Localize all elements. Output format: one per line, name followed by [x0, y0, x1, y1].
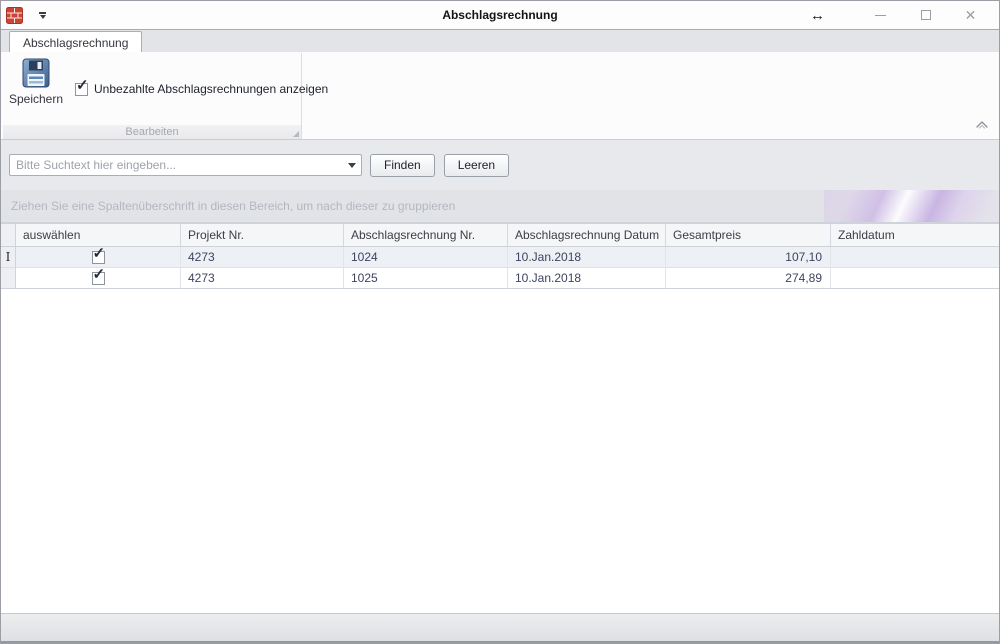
floppy-disk-icon — [20, 57, 52, 89]
ribbon-group-footer: Bearbeiten — [3, 125, 301, 139]
app-window: Abschlagsrechnung ↔ ✕ Abschlagsrechnung — [0, 0, 1000, 644]
dropdown-arrow-icon[interactable] — [343, 163, 361, 168]
save-button-label: Speichern — [9, 92, 63, 106]
group-by-hint: Ziehen Sie eine Spaltenüberschrift in di… — [11, 199, 455, 213]
ribbon-tab-strip: Abschlagsrechnung — [1, 29, 999, 52]
cell-zahldatum[interactable] — [831, 268, 999, 289]
bottom-strip — [1, 613, 999, 643]
search-input[interactable] — [10, 158, 343, 172]
checkbox-box: ✓ — [75, 83, 88, 96]
decorative-swirl — [824, 190, 999, 223]
data-grid: auswählen Projekt Nr. Abschlagsrechnung … — [1, 223, 999, 289]
check-icon: ✓ — [93, 247, 106, 261]
clear-button[interactable]: Leeren — [444, 154, 509, 177]
search-panel: Finden Leeren — [1, 140, 999, 190]
ribbon: Speichern ✓ Unbezahlte Abschlagsrechnung… — [1, 52, 999, 140]
app-icon[interactable] — [6, 7, 23, 24]
find-button[interactable]: Finden — [370, 154, 435, 177]
row-indicator — [1, 268, 16, 289]
column-header-auswaehlen[interactable]: auswählen — [16, 224, 181, 247]
cell-projekt-nr[interactable]: 4273 — [181, 247, 344, 268]
cell-datum[interactable]: 10.Jan.2018 — [508, 247, 666, 268]
close-button[interactable]: ✕ — [948, 1, 993, 29]
column-header-abschlagsrechnung-datum[interactable]: Abschlagsrechnung Datum — [508, 224, 666, 247]
checkbox-box[interactable]: ✓ — [92, 272, 105, 285]
cell-projekt-nr[interactable]: 4273 — [181, 268, 344, 289]
cell-gesamtpreis[interactable]: 107,10 — [666, 247, 831, 268]
grid-header-row: auswählen Projekt Nr. Abschlagsrechnung … — [1, 223, 999, 247]
unpaid-invoices-checkbox[interactable]: ✓ Unbezahlte Abschlagsrechnungen anzeige… — [75, 81, 328, 97]
group-label: Bearbeiten — [125, 126, 178, 138]
group-grip-icon — [293, 131, 299, 137]
column-header-abschlagsrechnung-nr[interactable]: Abschlagsrechnung Nr. — [344, 224, 508, 247]
cell-rechnung-nr[interactable]: 1024 — [344, 247, 508, 268]
save-button[interactable]: Speichern — [9, 57, 63, 125]
table-row[interactable]: ✓ 4273 1025 10.Jan.2018 274,89 — [1, 268, 999, 289]
quick-access-dropdown-icon[interactable] — [39, 12, 46, 19]
tab-abschlagsrechnung[interactable]: Abschlagsrechnung — [9, 31, 142, 53]
cell-gesamtpreis[interactable]: 274,89 — [666, 268, 831, 289]
search-combo[interactable] — [9, 154, 362, 176]
cell-zahldatum[interactable] — [831, 247, 999, 268]
text-cursor: I — [6, 250, 11, 264]
maximize-button[interactable] — [903, 1, 948, 29]
check-icon: ✓ — [93, 268, 106, 282]
row-checkbox-cell[interactable]: ✓ — [16, 268, 181, 289]
grid-empty-area — [1, 289, 999, 613]
group-by-panel[interactable]: Ziehen Sie eine Spaltenüberschrift in di… — [1, 190, 999, 223]
column-header-gesamtpreis[interactable]: Gesamtpreis — [666, 224, 831, 247]
check-icon: ✓ — [76, 78, 89, 93]
row-indicator: I — [1, 247, 16, 268]
cell-datum[interactable]: 10.Jan.2018 — [508, 268, 666, 289]
minimize-button[interactable] — [858, 1, 903, 29]
checkbox-label: Unbezahlte Abschlagsrechnungen anzeigen — [94, 82, 328, 96]
checkbox-box[interactable]: ✓ — [92, 251, 105, 264]
ribbon-collapse-icon[interactable] — [975, 116, 989, 134]
resize-arrows-icon[interactable]: ↔ — [795, 1, 840, 29]
table-row[interactable]: I ✓ 4273 1024 10.Jan.2018 107,10 — [1, 247, 999, 268]
title-bar: Abschlagsrechnung ↔ ✕ — [1, 1, 999, 29]
column-header-projekt-nr[interactable]: Projekt Nr. — [181, 224, 344, 247]
ribbon-group-bearbeiten: Speichern ✓ Unbezahlte Abschlagsrechnung… — [3, 53, 302, 139]
tab-label: Abschlagsrechnung — [23, 36, 128, 50]
row-checkbox-cell[interactable]: ✓ — [16, 247, 181, 268]
cell-rechnung-nr[interactable]: 1025 — [344, 268, 508, 289]
column-header-zahldatum[interactable]: Zahldatum — [831, 224, 999, 247]
grid-corner-cell — [1, 224, 16, 247]
